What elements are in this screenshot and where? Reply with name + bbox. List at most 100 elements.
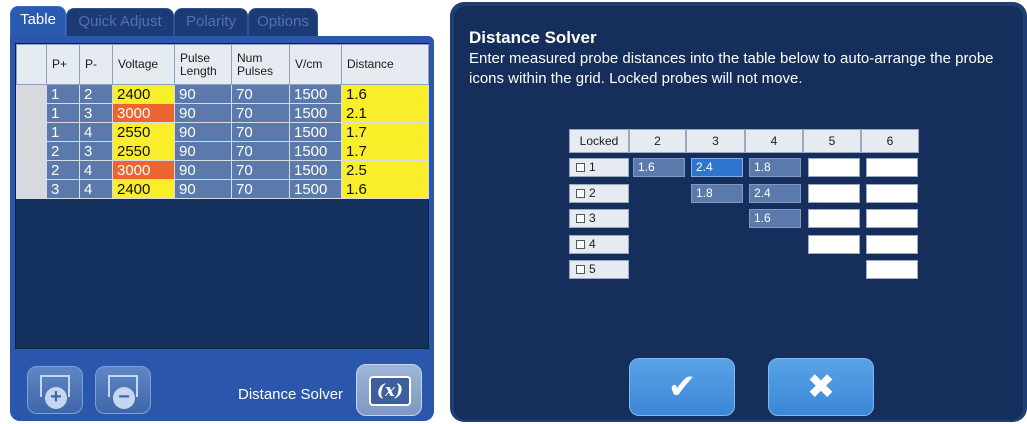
lock-label: 2	[589, 186, 596, 200]
row-select-cell[interactable]	[16, 103, 47, 123]
distance-input-3-4[interactable]: 1.6	[749, 209, 801, 228]
p-plus-cell[interactable]: 3	[46, 179, 80, 199]
p-minus-cell[interactable]: 3	[79, 103, 113, 123]
checkbox-icon[interactable]	[576, 163, 585, 172]
p-plus-cell[interactable]: 1	[46, 103, 80, 123]
v-cm-cell[interactable]: 1500	[289, 160, 342, 180]
pulse-length-cell[interactable]: 90	[174, 179, 232, 199]
table-row[interactable]: 1 3 3000 90 70 1500 2.1	[16, 103, 429, 123]
distance-cell[interactable]: 2.1	[341, 103, 429, 123]
table-row[interactable]: 1 4 2550 90 70 1500 1.7	[16, 122, 429, 142]
minus-icon: −	[113, 387, 135, 409]
distance-cell[interactable]: 1.7	[341, 122, 429, 142]
table-row[interactable]: 2 3 2550 90 70 1500 1.7	[16, 141, 429, 161]
lock-probe-1[interactable]: 1	[569, 158, 629, 177]
cancel-button[interactable]: ✖	[768, 358, 874, 416]
distance-input-4-5[interactable]	[808, 235, 860, 254]
p-minus-cell[interactable]: 2	[79, 84, 113, 104]
num-pulses-cell[interactable]: 70	[231, 122, 290, 142]
p-minus-cell[interactable]: 3	[79, 141, 113, 161]
table-header-row: P+ P- Voltage Pulse Length Num Pulses V/…	[16, 44, 429, 85]
row-select-cell[interactable]	[16, 160, 47, 180]
distance-input-2-6[interactable]	[866, 184, 918, 203]
checkbox-icon[interactable]	[576, 240, 585, 249]
confirm-button[interactable]: ✔	[629, 358, 735, 416]
p-plus-cell[interactable]: 2	[46, 141, 80, 161]
distance-cell[interactable]: 1.7	[341, 141, 429, 161]
table-row[interactable]: 3 4 2400 90 70 1500 1.6	[16, 179, 429, 199]
pulse-length-cell[interactable]: 90	[174, 103, 232, 123]
distance-input-2-4[interactable]: 2.4	[749, 184, 801, 203]
distance-solver-dialog: Distance Solver Enter measured probe dis…	[450, 2, 1027, 422]
checkbox-icon[interactable]	[576, 265, 585, 274]
v-cm-cell[interactable]: 1500	[289, 84, 342, 104]
table-row[interactable]: 2 4 3000 90 70 1500 2.5	[16, 160, 429, 180]
pulse-length-cell[interactable]: 90	[174, 160, 232, 180]
row-select-cell[interactable]	[16, 122, 47, 142]
checkbox-icon[interactable]	[576, 189, 585, 198]
num-pulses-cell[interactable]: 70	[231, 141, 290, 161]
lock-label: 3	[589, 211, 596, 225]
v-cm-cell[interactable]: 1500	[289, 103, 342, 123]
pulse-length-cell[interactable]: 90	[174, 122, 232, 142]
distance-input-1-3[interactable]: 2.4	[691, 158, 743, 177]
p-minus-cell[interactable]: 4	[79, 179, 113, 199]
distance-input-4-6[interactable]	[866, 235, 918, 254]
header-col-3: 3	[686, 129, 745, 153]
row-select-cell[interactable]	[16, 141, 47, 161]
distance-input-2-3[interactable]: 1.8	[691, 184, 743, 203]
v-cm-cell[interactable]: 1500	[289, 122, 342, 142]
distance-input-3-5[interactable]	[808, 209, 860, 228]
lock-probe-5[interactable]: 5	[569, 260, 629, 279]
distance-cell[interactable]: 2.5	[341, 160, 429, 180]
p-plus-cell[interactable]: 1	[46, 84, 80, 104]
table-row[interactable]: 1 2 2400 90 70 1500 1.6	[16, 84, 429, 104]
lock-probe-4[interactable]: 4	[569, 235, 629, 254]
num-pulses-cell[interactable]: 70	[231, 84, 290, 104]
voltage-cell[interactable]: 2550	[112, 141, 175, 161]
pulse-length-cell[interactable]: 90	[174, 84, 232, 104]
voltage-cell[interactable]: 3000	[112, 160, 175, 180]
header-p-plus: P+	[46, 44, 80, 85]
lock-label: 1	[589, 160, 596, 174]
p-plus-cell[interactable]: 1	[46, 122, 80, 142]
table-area: P+ P- Voltage Pulse Length Num Pulses V/…	[15, 43, 429, 349]
voltage-cell[interactable]: 2550	[112, 122, 175, 142]
checkbox-icon[interactable]	[576, 214, 585, 223]
voltage-cell[interactable]: 2400	[112, 84, 175, 104]
row-select-cell[interactable]	[16, 84, 47, 104]
row-select-cell[interactable]	[16, 179, 47, 199]
tab-options[interactable]: Options	[248, 8, 318, 36]
tab-table[interactable]: Table	[10, 6, 66, 38]
num-pulses-cell[interactable]: 70	[231, 160, 290, 180]
pulse-length-cell[interactable]: 90	[174, 141, 232, 161]
p-plus-cell[interactable]: 2	[46, 160, 80, 180]
dialog-title: Distance Solver	[469, 28, 597, 47]
v-cm-cell[interactable]: 1500	[289, 141, 342, 161]
tab-quick-adjust[interactable]: Quick Adjust	[66, 8, 174, 36]
distance-input-1-2[interactable]: 1.6	[633, 158, 685, 177]
v-cm-cell[interactable]: 1500	[289, 179, 342, 199]
header-col-6: 6	[861, 129, 919, 153]
lock-probe-2[interactable]: 2	[569, 184, 629, 203]
distance-input-5-6[interactable]	[866, 260, 918, 279]
distance-solver-button[interactable]: (x)	[356, 364, 422, 416]
distance-input-3-6[interactable]	[866, 209, 918, 228]
distance-input-1-5[interactable]	[808, 158, 860, 177]
add-probe-button[interactable]: +	[27, 366, 83, 414]
voltage-cell[interactable]: 3000	[112, 103, 175, 123]
distance-input-2-5[interactable]	[808, 184, 860, 203]
num-pulses-cell[interactable]: 70	[231, 179, 290, 199]
distance-input-1-6[interactable]	[866, 158, 918, 177]
header-col-5: 5	[803, 129, 861, 153]
voltage-cell[interactable]: 2400	[112, 179, 175, 199]
distance-input-1-4[interactable]: 1.8	[749, 158, 801, 177]
p-minus-cell[interactable]: 4	[79, 160, 113, 180]
distance-cell[interactable]: 1.6	[341, 179, 429, 199]
tab-polarity[interactable]: Polarity	[174, 8, 248, 36]
lock-probe-3[interactable]: 3	[569, 209, 629, 228]
num-pulses-cell[interactable]: 70	[231, 103, 290, 123]
p-minus-cell[interactable]: 4	[79, 122, 113, 142]
distance-cell[interactable]: 1.6	[341, 84, 429, 104]
remove-probe-button[interactable]: −	[95, 366, 151, 414]
